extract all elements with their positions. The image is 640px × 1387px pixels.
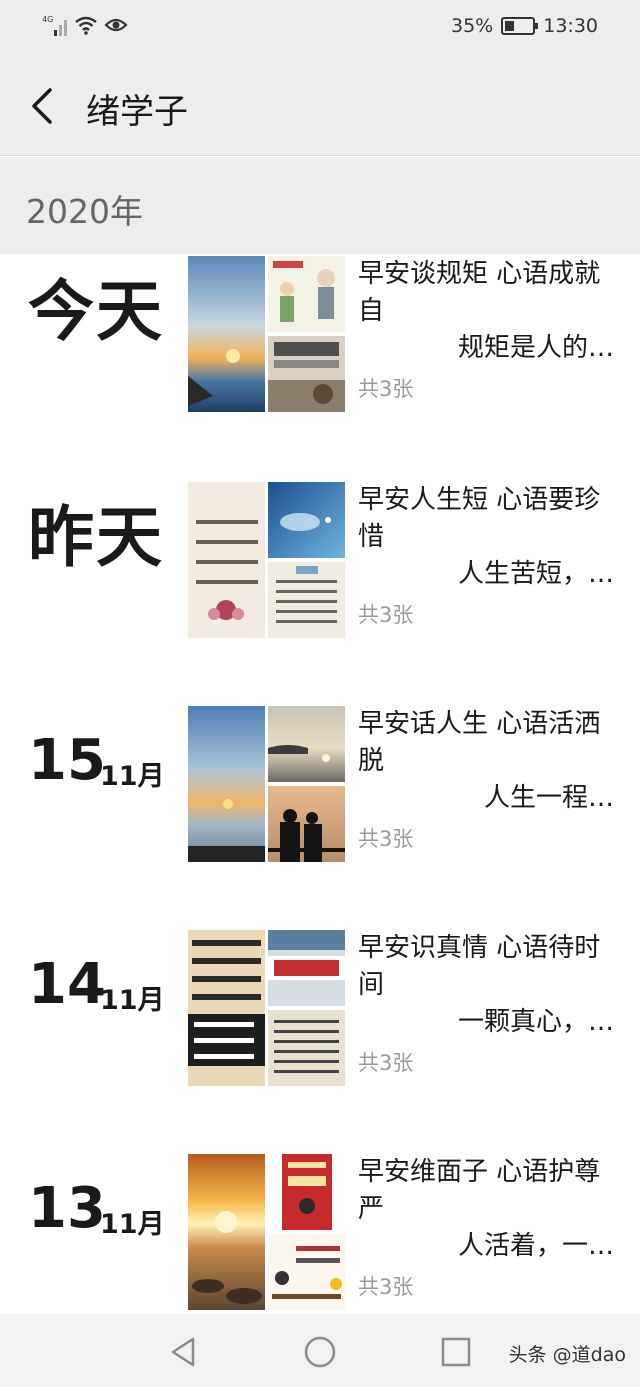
- entry-text: 早安话人生 心语活洒脱 人生一程… 共3张: [358, 706, 620, 853]
- list-item[interactable]: 今天 早安谈规矩 心语成就自 规矩是人的… 共3张: [0, 254, 640, 424]
- year-label: 2020年: [26, 192, 143, 231]
- nav-back-button[interactable]: [166, 1334, 202, 1370]
- entry-day: 15: [28, 728, 106, 793]
- entry-text: 早安谈规矩 心语成就自 规矩是人的… 共3张: [358, 256, 620, 403]
- nav-home-button[interactable]: [302, 1334, 338, 1370]
- entry-subtitle: 人生一程…: [483, 783, 614, 813]
- thumbnail-image[interactable]: [268, 930, 345, 1006]
- eye-icon: [104, 18, 128, 32]
- system-nav-bar: 头条 @道dao: [0, 1314, 640, 1387]
- list-item[interactable]: 14 11月 早安识真情 心语待时间 一颗真心，… 共3张: [0, 928, 640, 1098]
- entry-day: 13: [28, 1176, 106, 1241]
- photo-count: 共3张: [358, 377, 414, 401]
- thumbnail-image[interactable]: [188, 482, 265, 638]
- circle-home-icon: [304, 1336, 336, 1368]
- thumbnail-image[interactable]: [268, 562, 345, 638]
- entry-subtitle: 人活着，一…: [457, 1231, 614, 1261]
- triangle-back-icon: [171, 1337, 195, 1367]
- entry-date: 今天: [28, 273, 164, 350]
- list-item[interactable]: 昨天 早安人生短 心语要珍惜 人生苦短，… 共3张: [0, 480, 640, 650]
- thumbnail-grid[interactable]: [188, 930, 345, 1086]
- entry-month: 11月: [100, 761, 165, 792]
- chevron-left-icon: [32, 88, 52, 124]
- status-left-icons: 4G: [42, 14, 128, 36]
- entry-date: 昨天: [28, 499, 164, 576]
- photo-count: 共3张: [358, 1051, 414, 1075]
- thumbnail-image[interactable]: [188, 706, 265, 862]
- entry-subtitle: 一颗真心，…: [457, 1007, 614, 1037]
- moments-list[interactable]: 今天 早安谈规矩 心语成就自 规矩是人的… 共3张 昨天 早安人生短 心语要珍惜…: [0, 254, 640, 1314]
- signal-icon: 4G: [42, 15, 67, 36]
- thumbnail-image[interactable]: [268, 1154, 345, 1230]
- entry-text: 早安识真情 心语待时间 一颗真心，… 共3张: [358, 930, 620, 1077]
- nav-recents-button[interactable]: [438, 1334, 474, 1370]
- battery-icon: [501, 17, 539, 35]
- entry-title: 早安维面子 心语护尊严: [358, 1157, 601, 1224]
- photo-count: 共3张: [358, 1275, 414, 1299]
- thumbnail-image[interactable]: [188, 930, 265, 1086]
- thumbnail-image[interactable]: [268, 1234, 345, 1310]
- battery-percent: 35%: [451, 15, 494, 37]
- back-button[interactable]: [24, 84, 64, 128]
- title-bar: 绪学子: [0, 56, 640, 156]
- entry-title: 早安谈规矩 心语成就自: [358, 259, 601, 326]
- battery-level: [505, 21, 515, 31]
- entry-title: 早安话人生 心语活洒脱: [358, 709, 601, 776]
- status-right: 35% 13:30: [451, 15, 598, 37]
- entry-text: 早安人生短 心语要珍惜 人生苦短，… 共3张: [358, 482, 620, 629]
- thumbnail-image[interactable]: [268, 256, 345, 332]
- thumbnail-image[interactable]: [268, 336, 345, 412]
- list-item[interactable]: 13 11月 早安维面子 心语护尊严 人活着，一… 共3张: [0, 1152, 640, 1314]
- status-bar: 4G 35% 13:30: [0, 0, 640, 56]
- thumbnail-image[interactable]: [268, 1010, 345, 1086]
- year-header: 2020年: [0, 157, 640, 254]
- thumbnail-grid[interactable]: [188, 1154, 345, 1310]
- thumbnail-grid[interactable]: [188, 256, 345, 412]
- clock: 13:30: [543, 15, 598, 37]
- entry-subtitle: 人生苦短，…: [457, 559, 614, 589]
- entry-title: 早安识真情 心语待时间: [358, 933, 601, 1000]
- page-title: 绪学子: [86, 92, 188, 132]
- entry-month: 11月: [100, 1209, 165, 1240]
- thumbnail-image[interactable]: [268, 786, 345, 862]
- entry-month: 11月: [100, 985, 165, 1016]
- entry-title: 早安人生短 心语要珍惜: [358, 485, 601, 552]
- thumbnail-grid[interactable]: [188, 482, 345, 638]
- thumbnail-grid[interactable]: [188, 706, 345, 862]
- network-label: 4G: [42, 15, 53, 24]
- thumbnail-image[interactable]: [188, 256, 265, 412]
- photo-count: 共3张: [358, 827, 414, 851]
- photo-count: 共3张: [358, 603, 414, 627]
- entry-text: 早安维面子 心语护尊严 人活着，一… 共3张: [358, 1154, 620, 1301]
- entry-subtitle: 规矩是人的…: [457, 333, 614, 363]
- thumbnail-image[interactable]: [268, 706, 345, 782]
- watermark-text: 头条 @道dao: [508, 1344, 626, 1366]
- square-recents-icon: [441, 1337, 471, 1367]
- list-item[interactable]: 15 11月 早安话人生 心语活洒脱 人生一程… 共3张: [0, 704, 640, 874]
- thumbnail-image[interactable]: [268, 482, 345, 558]
- thumbnail-image[interactable]: [188, 1154, 265, 1310]
- entry-day: 14: [28, 952, 106, 1017]
- wifi-icon: [75, 16, 97, 35]
